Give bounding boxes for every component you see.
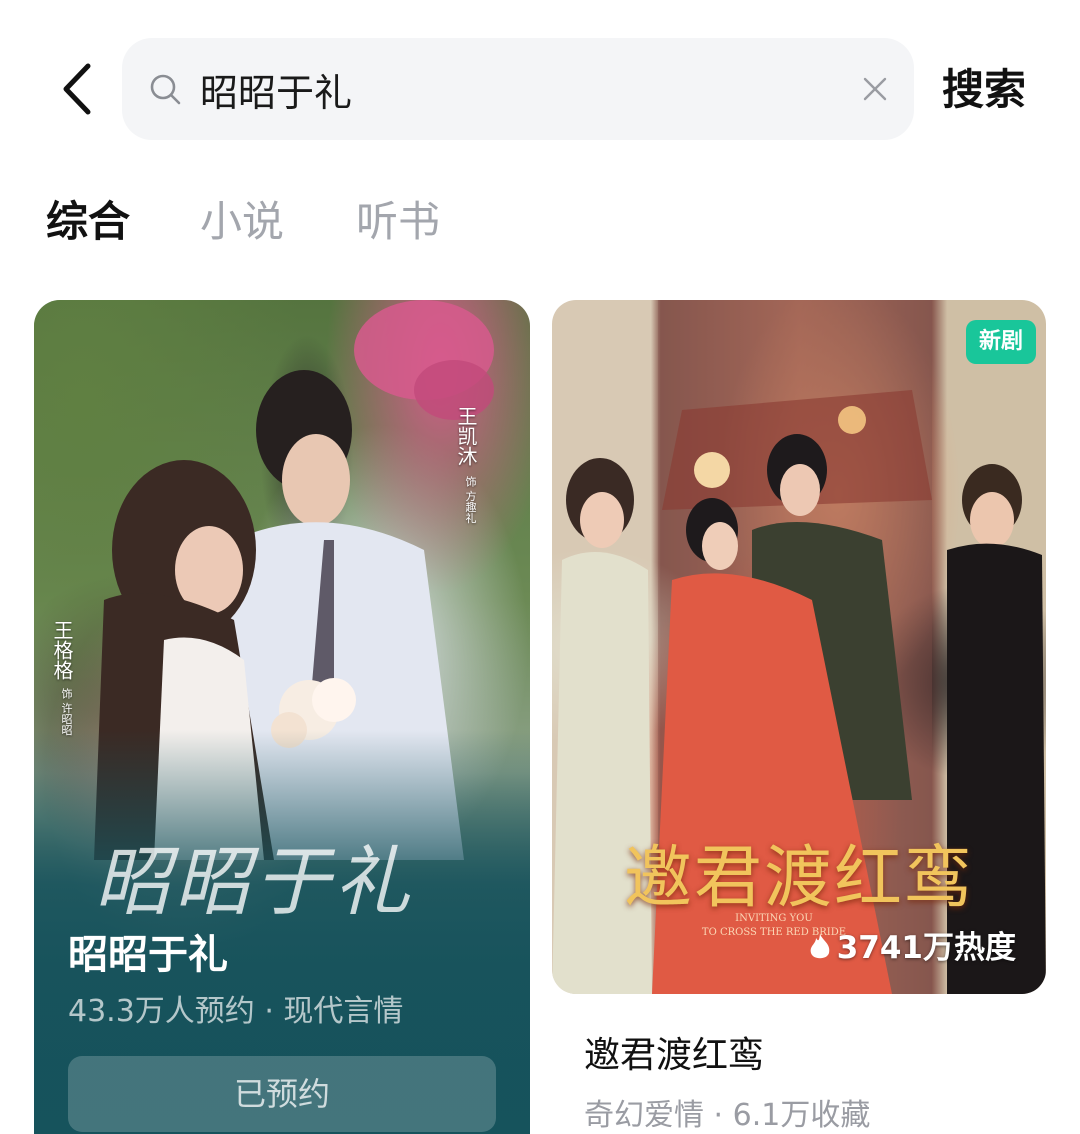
tab-novels[interactable]: 小说 xyxy=(200,192,284,252)
chevron-left-icon xyxy=(63,63,91,115)
poster-actor-1-role: 饰 方趣礼 xyxy=(464,476,477,524)
result-meta: 奇幻爱情 · 6.1万收藏 xyxy=(584,1098,871,1133)
result-title: 昭昭于礼 xyxy=(68,932,228,978)
result-meta: 43.3万人预约 · 现代言情 xyxy=(68,994,404,1029)
poster-calligraphy-title: 邀君渡红鸾 xyxy=(624,839,975,918)
flame-icon xyxy=(810,934,830,959)
poster-actor-2-role: 饰 许昭昭 xyxy=(60,688,73,736)
search-icon xyxy=(150,74,181,105)
result-title: 邀君渡红鸾 xyxy=(584,1035,765,1076)
search-input[interactable] xyxy=(200,60,800,118)
result-card-yaojun[interactable]: 新剧 邀君渡红鸾 INVITING YOU TO CROSS THE RED B… xyxy=(552,300,1046,994)
close-icon[interactable] xyxy=(860,74,890,104)
heat-indicator: 3741万热度 xyxy=(807,926,1016,970)
back-button[interactable] xyxy=(52,58,108,120)
poster-actor-1-name: 王凯沐 xyxy=(454,406,478,466)
reserved-button[interactable]: 已预约 xyxy=(68,1056,496,1132)
search-box[interactable] xyxy=(122,38,914,140)
poster-calligraphy-title: 昭昭于礼 xyxy=(94,837,414,926)
tab-all[interactable]: 综合 xyxy=(46,192,130,252)
new-drama-badge: 新剧 xyxy=(966,320,1036,364)
search-submit-button[interactable]: 搜索 xyxy=(942,62,1026,118)
result-card-zhaozhao[interactable]: 王凯沐 饰 方趣礼 王格格 饰 许昭昭 昭昭于礼 昭昭于礼 43.3万人预约 ·… xyxy=(34,300,530,1134)
tab-audiobooks[interactable]: 听书 xyxy=(356,192,440,252)
poster-actor-2-name: 王格格 xyxy=(50,620,74,680)
